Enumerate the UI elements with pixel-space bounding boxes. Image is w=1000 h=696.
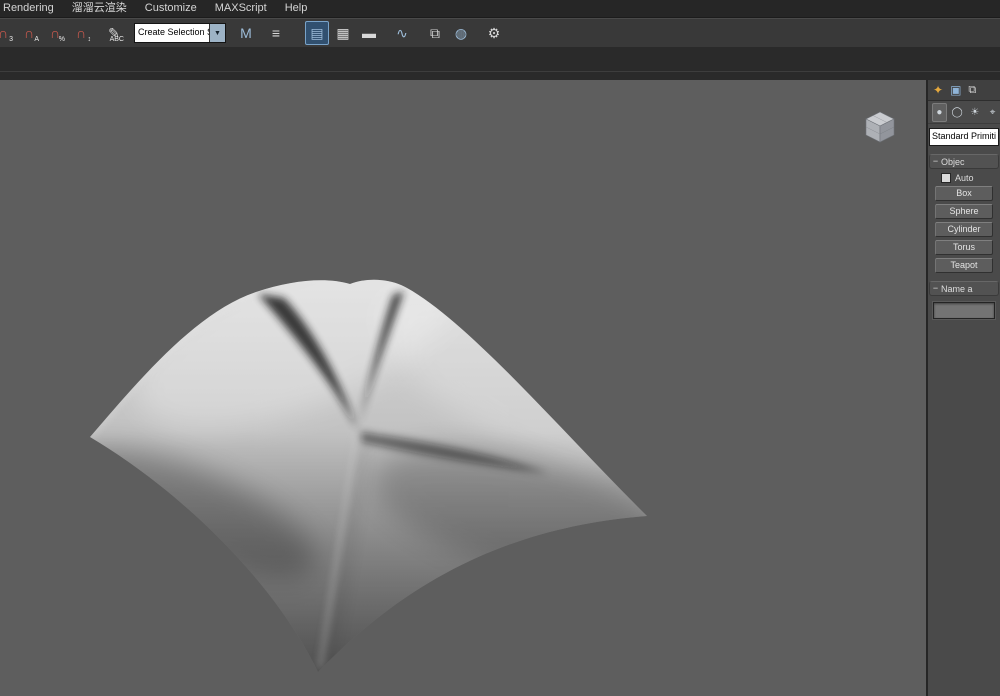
tab-create[interactable]: ✦ xyxy=(933,84,943,96)
torus-button[interactable]: Torus xyxy=(935,240,993,255)
align-icon: ≡ xyxy=(272,26,280,40)
3dsmax-window: Rendering 溜溜云渲染 Customize MAXScript Help… xyxy=(0,0,1000,696)
checkbox-icon[interactable] xyxy=(941,173,951,183)
graphite-ribbon-toggle-button[interactable]: ▬ xyxy=(357,21,381,45)
sphere-button[interactable]: Sphere xyxy=(935,204,993,219)
geometry-category-value: Standard Primiti xyxy=(932,131,996,141)
collapse-icon: − xyxy=(930,157,941,166)
spinner-badge: ↕ xyxy=(88,36,92,43)
mirror-icon: M xyxy=(240,26,252,40)
schematic-view-button[interactable]: ⧉ xyxy=(423,21,447,45)
percent-snap-button[interactable]: ∩ % xyxy=(43,21,67,45)
object-name-field[interactable] xyxy=(933,302,995,319)
material-editor-button[interactable]: ◍ xyxy=(449,21,473,45)
curve-editor-button[interactable]: ∿ xyxy=(390,21,414,45)
layer-manager-icon: ▦ xyxy=(336,26,349,40)
main-toolbar: ∩ 3 ∩ A ∩ % ∩ ↕ ✎ ABC Create Selection S… xyxy=(0,18,1000,48)
menu-maxscript[interactable]: MAXScript xyxy=(206,0,276,17)
menubar: Rendering 溜溜云渲染 Customize MAXScript Help xyxy=(0,0,1000,18)
deformed-plane-object[interactable] xyxy=(0,80,926,696)
snap-badge: 3 xyxy=(9,36,13,43)
menu-rendering[interactable]: Rendering xyxy=(0,0,63,17)
subtab-lights[interactable]: ☀ xyxy=(968,103,983,122)
edit-named-selection-sets-button[interactable]: ✎ ABC xyxy=(102,21,126,45)
render-setup-icon: ⚙ xyxy=(488,26,501,40)
cylinder-button[interactable]: Cylinder xyxy=(935,222,993,237)
material-editor-icon: ◍ xyxy=(455,26,467,40)
command-panel: ✦ ▣ ⧉ ● ◯ ☀ ⌖ Standard Primiti − Objec A… xyxy=(928,80,1000,696)
collapse-icon: − xyxy=(930,284,941,293)
toggle-scene-explorer-button[interactable]: ▤ xyxy=(305,21,329,45)
rollout-name-color-title: Name a xyxy=(941,284,998,294)
subtab-geometry[interactable]: ● xyxy=(932,103,947,122)
selection-set-value: Create Selection Se xyxy=(135,24,209,42)
box-button[interactable]: Box xyxy=(935,186,993,201)
percent-badge: % xyxy=(59,36,65,43)
subtab-shapes[interactable]: ◯ xyxy=(950,103,965,122)
dropdown-arrow-icon[interactable]: ▼ xyxy=(209,24,225,42)
curve-editor-icon: ∿ xyxy=(396,26,408,40)
secondary-toolbar-strip xyxy=(0,47,1000,80)
autogrid-checkbox[interactable]: Auto xyxy=(941,173,1000,183)
snaps-toggle-button[interactable]: ∩ 3 xyxy=(0,21,15,45)
menu-cloud-render[interactable]: 溜溜云渲染 xyxy=(63,0,136,17)
magnet-spinner-icon: ∩ xyxy=(76,26,86,40)
magnet-snap-icon: ∩ xyxy=(0,26,8,40)
autogrid-label: Auto xyxy=(955,173,974,183)
render-setup-button[interactable]: ⚙ xyxy=(482,21,506,45)
subtab-cameras[interactable]: ⌖ xyxy=(985,103,1000,122)
teapot-button[interactable]: Teapot xyxy=(935,258,993,273)
menu-customize[interactable]: Customize xyxy=(136,0,206,17)
rollout-object-type[interactable]: − Objec xyxy=(929,154,999,169)
align-button[interactable]: ≡ xyxy=(264,21,288,45)
named-selection-set-dropdown[interactable]: Create Selection Se ▼ xyxy=(134,23,226,43)
create-category-tabs: ● ◯ ☀ ⌖ xyxy=(928,101,1000,124)
menu-help[interactable]: Help xyxy=(276,0,317,17)
perspective-viewport[interactable] xyxy=(0,80,928,696)
layer-manager-button[interactable]: ▦ xyxy=(331,21,355,45)
scene-explorer-icon: ▤ xyxy=(310,26,323,40)
rollout-object-type-title: Objec xyxy=(941,157,998,167)
tab-modify[interactable]: ▣ xyxy=(950,84,961,96)
angle-badge: A xyxy=(34,36,39,43)
angle-snap-button[interactable]: ∩ A xyxy=(17,21,41,45)
ribbon-icon: ▬ xyxy=(362,26,376,40)
magnet-angle-icon: ∩ xyxy=(24,26,34,40)
rollout-name-color[interactable]: − Name a xyxy=(929,281,999,296)
abc-badge: ABC xyxy=(110,36,124,43)
mirror-button[interactable]: M xyxy=(234,21,258,45)
spinner-snap-button[interactable]: ∩ ↕ xyxy=(69,21,93,45)
geometry-category-dropdown[interactable]: Standard Primiti xyxy=(929,128,999,146)
command-panel-tabs: ✦ ▣ ⧉ xyxy=(928,80,1000,101)
viewcube[interactable] xyxy=(860,108,900,148)
schematic-view-icon: ⧉ xyxy=(430,26,440,40)
tab-hierarchy[interactable]: ⧉ xyxy=(968,85,976,96)
